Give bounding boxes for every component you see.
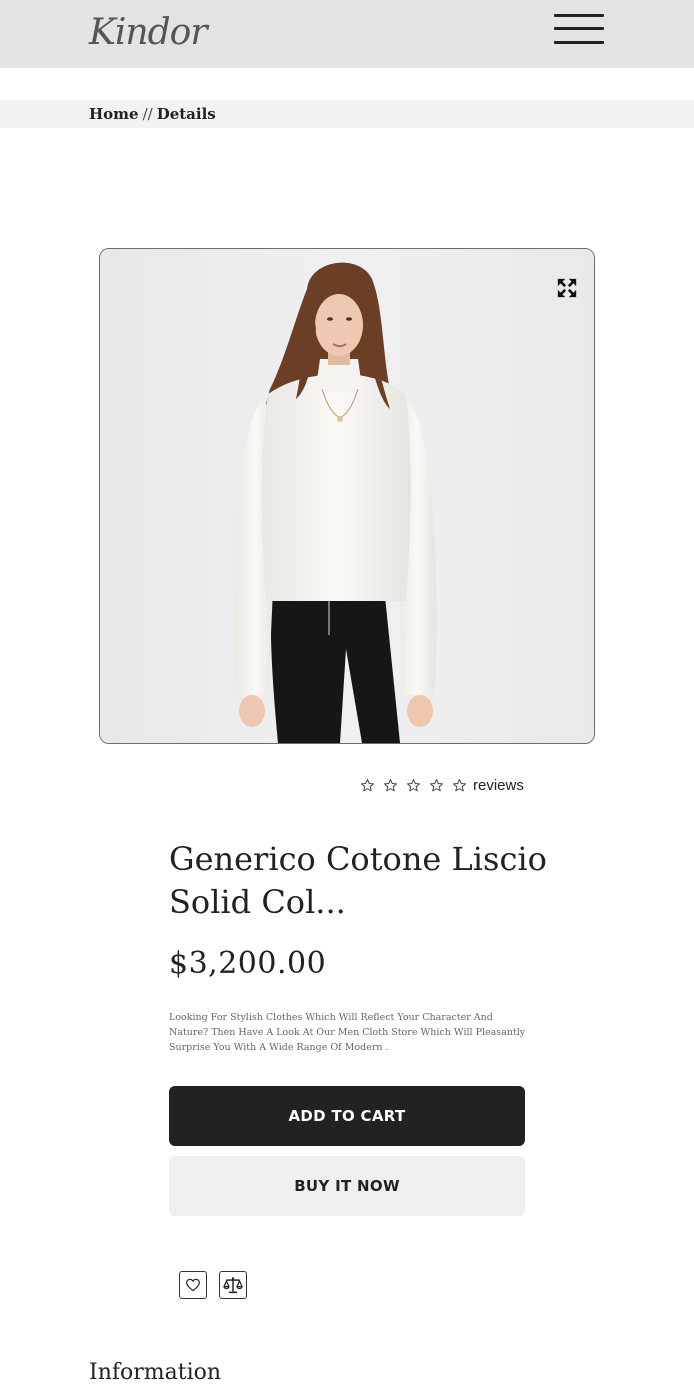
buy-now-button[interactable]: BUY IT NOW bbox=[169, 1156, 525, 1216]
site-header: Kindor bbox=[0, 0, 694, 68]
star-outline-icon bbox=[407, 778, 420, 791]
product-title: Generico Cotone Liscio Solid Col... bbox=[169, 840, 547, 921]
hamburger-menu-icon-bar bbox=[554, 27, 604, 30]
wishlist-button[interactable] bbox=[179, 1271, 207, 1299]
add-to-cart-button[interactable]: ADD TO CART bbox=[169, 1086, 525, 1146]
breadcrumb: Home//Details bbox=[89, 105, 216, 123]
site-logo[interactable]: Kindor bbox=[89, 8, 208, 58]
breadcrumb-bar: Home//Details bbox=[0, 100, 694, 128]
expand-arrows-icon[interactable] bbox=[556, 277, 578, 299]
star-outline-icon bbox=[384, 778, 397, 791]
hamburger-menu-icon-bar bbox=[554, 14, 604, 17]
heart-icon bbox=[186, 1278, 200, 1292]
star-outline-icon bbox=[453, 778, 466, 791]
star-outline-icon bbox=[361, 778, 374, 791]
breadcrumb-home-link[interactable]: Home bbox=[89, 105, 139, 123]
hamburger-menu-button[interactable] bbox=[554, 14, 606, 46]
breadcrumb-current: Details bbox=[156, 105, 216, 123]
product-price: $3,200.00 bbox=[169, 946, 327, 981]
information-heading: Information bbox=[89, 1360, 222, 1385]
star-outline-icon bbox=[430, 778, 443, 791]
product-image bbox=[100, 249, 594, 743]
breadcrumb-separator: // bbox=[142, 105, 153, 123]
product-image-frame[interactable] bbox=[99, 248, 595, 744]
product-description: Looking For Stylish Clothes Which Will R… bbox=[169, 1012, 526, 1053]
reviews-link[interactable]: reviews bbox=[473, 777, 524, 794]
hamburger-menu-icon-bar bbox=[554, 41, 604, 44]
product-rating: reviews bbox=[360, 775, 524, 795]
compare-button[interactable] bbox=[219, 1271, 247, 1299]
scale-balance-icon bbox=[223, 1277, 243, 1294]
